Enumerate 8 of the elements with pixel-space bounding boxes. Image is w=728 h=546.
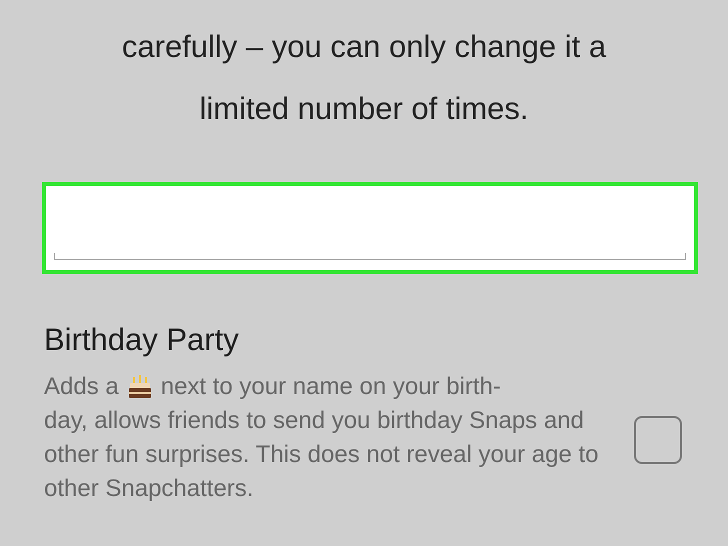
checkbox[interactable] <box>634 416 682 464</box>
intro-text: carefully – you can only change it a limited number of times. <box>120 28 608 128</box>
cake-icon <box>126 374 153 400</box>
description-text: day, allows friends to send you birthday Snaps and other fun surprises. This does not reveal your age to other Snapchatters. <box>44 406 600 504</box>
section-title: Birthday Party <box>44 322 240 358</box>
description-text: next to your name on your birth- <box>160 372 501 402</box>
description-text: Adds a <box>44 372 119 402</box>
birthday-field[interactable] <box>42 182 698 274</box>
